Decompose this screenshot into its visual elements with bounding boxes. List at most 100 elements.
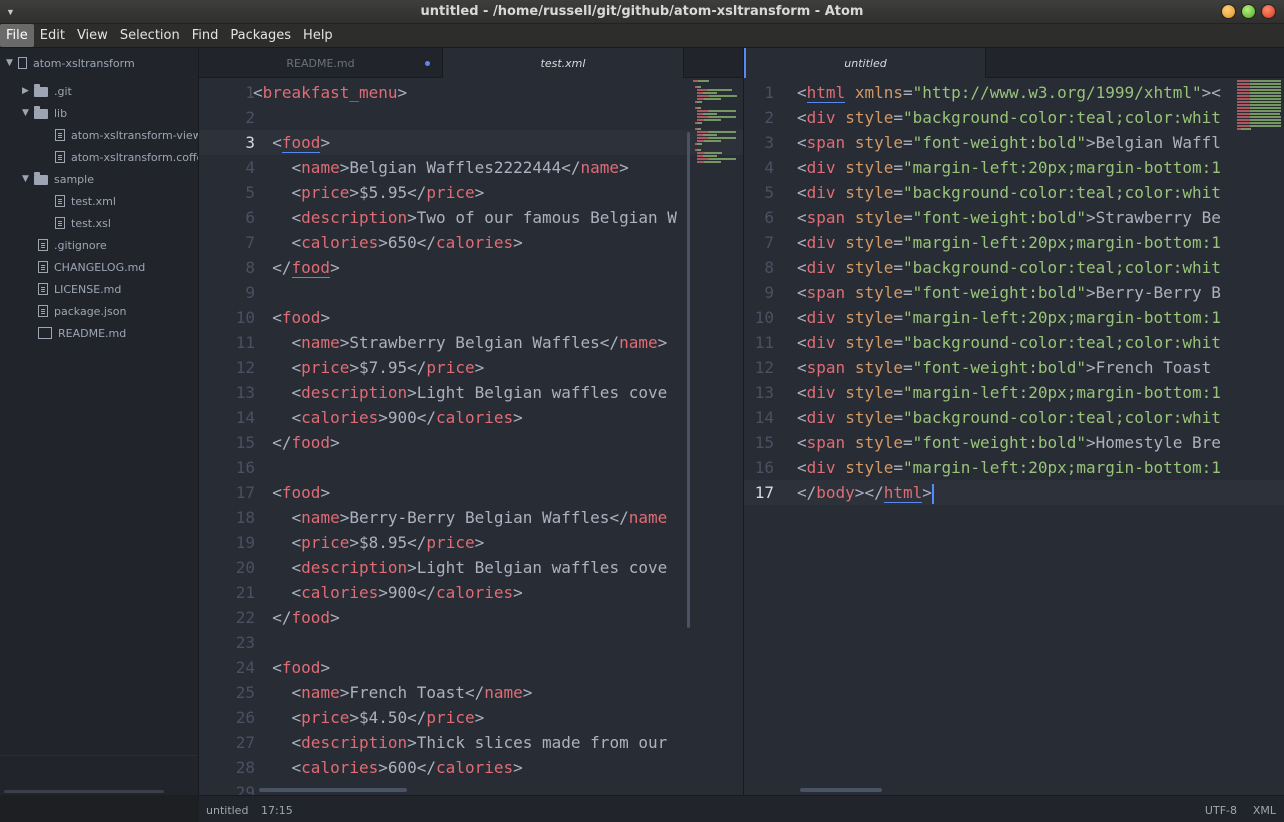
line-number[interactable]: 27 <box>199 730 255 755</box>
code-text[interactable]: <name>Belgian Waffles2222444</name> <box>253 155 629 180</box>
code-line[interactable]: 22 </food> <box>199 605 743 630</box>
tree-item-license[interactable]: LICENSE.md <box>38 279 121 299</box>
line-number[interactable]: 6 <box>744 205 774 230</box>
tree-item-test-xsl[interactable]: test.xsl <box>55 213 111 233</box>
line-number[interactable]: 12 <box>199 355 255 380</box>
code-line[interactable]: 4 <div style="margin-left:20px;margin-bot… <box>744 155 1284 180</box>
code-text[interactable]: <html xmlns="http://www.w3.org/1999/xhtm… <box>797 80 1221 105</box>
line-number[interactable]: 10 <box>199 305 255 330</box>
line-number[interactable]: 20 <box>199 555 255 580</box>
line-number[interactable]: 7 <box>744 230 774 255</box>
tree-item-changelog[interactable]: CHANGELOG.md <box>38 257 145 277</box>
horizontal-scrollbar-right[interactable] <box>800 788 882 792</box>
line-number[interactable]: 14 <box>744 405 774 430</box>
code-line[interactable]: 7 <calories>650</calories> <box>199 230 743 255</box>
line-number[interactable]: 15 <box>744 430 774 455</box>
code-text[interactable]: <calories>650</calories> <box>253 230 523 255</box>
code-text[interactable]: <div style="background-color:teal;color:… <box>797 330 1221 355</box>
code-text[interactable]: <food> <box>253 305 330 330</box>
tab-readme[interactable]: README.md <box>199 48 442 78</box>
minimap-left[interactable] <box>693 78 743 198</box>
code-text[interactable]: <span style="font-weight:bold">Strawberr… <box>797 205 1221 230</box>
code-line[interactable]: 8 <div style="background-color:teal;color… <box>744 255 1284 280</box>
line-number[interactable]: 10 <box>744 305 774 330</box>
code-text[interactable]: <span style="font-weight:bold">French To… <box>797 355 1211 380</box>
tree-item-lib[interactable]: ▼ lib <box>22 103 67 123</box>
line-number[interactable]: 8 <box>744 255 774 280</box>
code-line[interactable]: 17 </body></html> <box>744 480 1284 505</box>
line-number[interactable]: 1 <box>744 80 774 105</box>
line-number[interactable]: 23 <box>199 630 255 655</box>
line-number[interactable]: 3 <box>744 130 774 155</box>
code-text[interactable]: </food> <box>253 430 339 455</box>
code-text[interactable]: <description>Light Belgian waffles cove <box>253 555 668 580</box>
tab-test-xml[interactable]: test.xml <box>442 48 684 78</box>
code-line[interactable]: 2 <div style="background-color:teal;color… <box>744 105 1284 130</box>
line-number[interactable]: 5 <box>744 180 774 205</box>
code-line[interactable]: 14 <div style="background-color:teal;colo… <box>744 405 1284 430</box>
code-text[interactable]: <div style="background-color:teal;color:… <box>797 180 1221 205</box>
minimap-right[interactable] <box>1237 78 1284 198</box>
code-text[interactable]: <div style="background-color:teal;color:… <box>797 255 1221 280</box>
line-number[interactable]: 29 <box>199 780 255 795</box>
code-line[interactable]: 23 <box>199 630 743 655</box>
code-line[interactable]: 7 <div style="margin-left:20px;margin-bot… <box>744 230 1284 255</box>
code-line[interactable]: 5 <price>$5.95</price> <box>199 180 743 205</box>
code-line[interactable]: 9 <box>199 280 743 305</box>
line-number[interactable]: 1 <box>199 80 255 105</box>
code-line[interactable]: 16 <box>199 455 743 480</box>
code-line[interactable]: 3 <food> <box>199 130 743 155</box>
code-text[interactable]: <description>Light Belgian waffles cove <box>253 380 668 405</box>
code-text[interactable]: <name>Berry-Berry Belgian Waffles</name <box>253 505 668 530</box>
line-number[interactable]: 21 <box>199 580 255 605</box>
code-line[interactable]: 6 <span style="font-weight:bold">Strawber… <box>744 205 1284 230</box>
vertical-scrollbar-left[interactable] <box>687 132 690 628</box>
code-text[interactable]: <span style="font-weight:bold">Homestyle… <box>797 430 1221 455</box>
code-line[interactable]: 25 <name>French Toast</name> <box>199 680 743 705</box>
code-text[interactable]: </body></html> <box>797 480 934 505</box>
line-number[interactable]: 7 <box>199 230 255 255</box>
code-text[interactable]: <div style="margin-left:20px;margin-bott… <box>797 380 1221 405</box>
code-line[interactable]: 11 <div style="background-color:teal;colo… <box>744 330 1284 355</box>
code-line[interactable]: 3 <span style="font-weight:bold">Belgian … <box>744 130 1284 155</box>
line-number[interactable]: 22 <box>199 605 255 630</box>
code-text[interactable]: <price>$5.95</price> <box>253 180 485 205</box>
code-text[interactable]: <name>Strawberry Belgian Waffles</name> <box>253 330 668 355</box>
menu-help[interactable]: Help <box>297 24 339 47</box>
line-number[interactable]: 9 <box>199 280 255 305</box>
code-line[interactable]: 1 <breakfast_menu> <box>199 80 743 105</box>
code-line[interactable]: 1 <html xmlns="http://www.w3.org/1999/xht… <box>744 80 1284 105</box>
code-line[interactable]: 10 <div style="margin-left:20px;margin-bo… <box>744 305 1284 330</box>
code-line[interactable]: 14 <calories>900</calories> <box>199 405 743 430</box>
code-line[interactable]: 12 <span style="font-weight:bold">French … <box>744 355 1284 380</box>
line-number[interactable]: 11 <box>744 330 774 355</box>
code-text[interactable]: <description>Two of our famous Belgian W <box>253 205 677 230</box>
line-number[interactable]: 11 <box>199 330 255 355</box>
code-line[interactable]: 20 <description>Light Belgian waffles co… <box>199 555 743 580</box>
code-editor-right[interactable]: 1 <html xmlns="http://www.w3.org/1999/xht… <box>744 78 1284 795</box>
code-line[interactable]: 28 <calories>600</calories> <box>199 755 743 780</box>
code-text[interactable]: <span style="font-weight:bold">Berry-Ber… <box>797 280 1221 305</box>
code-line[interactable]: 9 <span style="font-weight:bold">Berry-Be… <box>744 280 1284 305</box>
code-line[interactable]: 8 </food> <box>199 255 743 280</box>
code-text[interactable]: <div style="margin-left:20px;margin-bott… <box>797 305 1221 330</box>
code-line[interactable]: 15 </food> <box>199 430 743 455</box>
tree-item-view-coffee[interactable]: atom-xsltransform-view.coffee <box>55 125 198 145</box>
menu-edit[interactable]: Edit <box>34 24 71 47</box>
line-number[interactable]: 9 <box>744 280 774 305</box>
code-line[interactable]: 11 <name>Strawberry Belgian Waffles</nam… <box>199 330 743 355</box>
code-text[interactable]: <price>$8.95</price> <box>253 530 485 555</box>
code-text[interactable]: <span style="font-weight:bold">Belgian W… <box>797 130 1221 155</box>
tab-untitled[interactable]: untitled <box>744 48 986 78</box>
code-line[interactable]: 24 <food> <box>199 655 743 680</box>
code-line[interactable]: 12 <price>$7.95</price> <box>199 355 743 380</box>
code-text[interactable]: </food> <box>253 255 340 280</box>
status-encoding[interactable]: UTF-8 <box>1205 804 1237 817</box>
tree-horizontal-scrollbar[interactable] <box>4 790 164 793</box>
close-button[interactable] <box>1261 4 1276 19</box>
line-number[interactable]: 15 <box>199 430 255 455</box>
horizontal-scrollbar-left[interactable] <box>259 788 407 792</box>
code-line[interactable]: 27 <description>Thick slices made from o… <box>199 730 743 755</box>
line-number[interactable]: 8 <box>199 255 255 280</box>
tree-item-readme[interactable]: README.md <box>38 323 126 343</box>
